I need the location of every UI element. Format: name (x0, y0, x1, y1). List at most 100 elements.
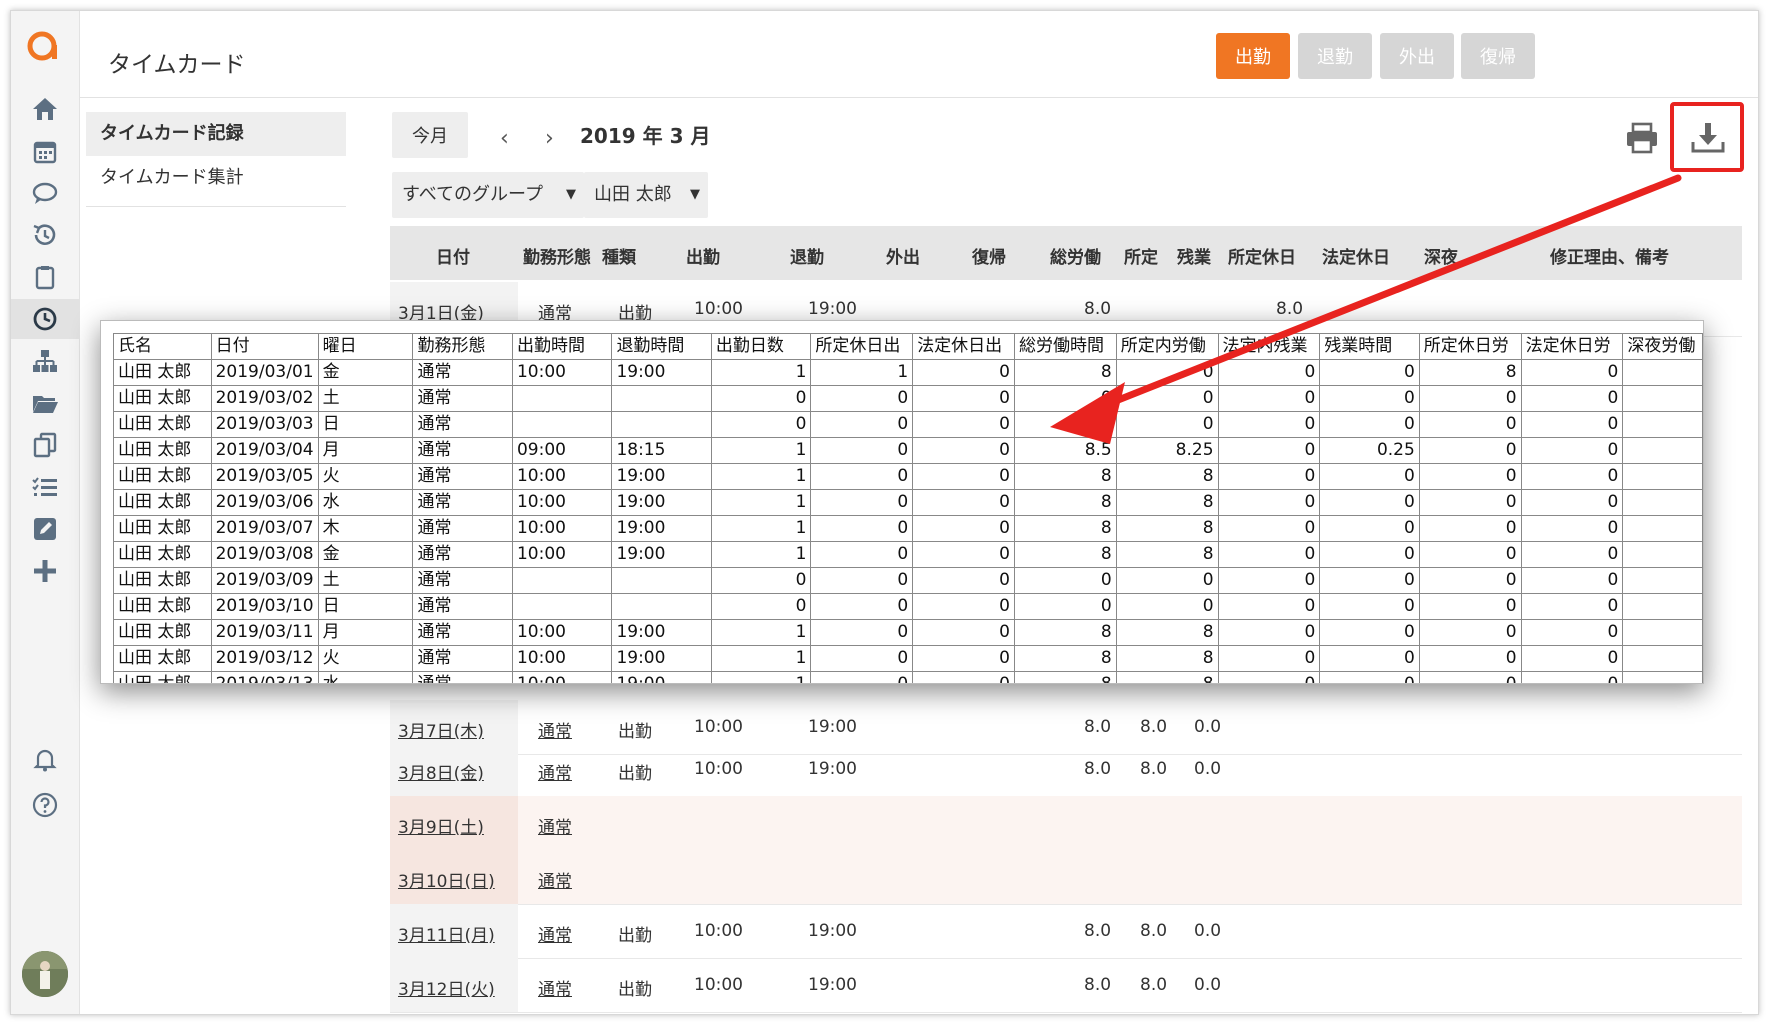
csv-cell: 2019/03/13 (210, 671, 319, 683)
csv-cell: 19:00 (611, 671, 712, 683)
bell-icon[interactable] (11, 739, 79, 779)
row-work-pattern-link[interactable]: 通常 (538, 813, 572, 838)
go-out-button[interactable]: 外出 (1380, 33, 1454, 79)
csv-header-cell: 勤務形態 (412, 333, 513, 360)
csv-header-cell: 曜日 (317, 333, 414, 360)
csv-header-cell: 法定休日労 (1520, 333, 1624, 360)
csv-cell: 10:00 (511, 463, 613, 490)
csv-cell: 2019/03/05 (210, 463, 319, 490)
csv-cell: 山田 太郎 (113, 645, 212, 672)
csv-cell (511, 411, 613, 438)
csv-cell: 8 (1115, 671, 1219, 683)
app-logo-icon[interactable] (25, 29, 59, 63)
row-date-link[interactable]: 3月11日(月) (398, 921, 495, 946)
row-date-link[interactable]: 3月12日(火) (398, 975, 495, 1000)
csv-cell: 2019/03/12 (210, 645, 319, 672)
csv-cell: 2019/03/06 (210, 489, 319, 516)
row-work-pattern-link[interactable]: 通常 (538, 975, 572, 1000)
copy-icon[interactable] (11, 425, 79, 465)
csv-cell: 0 (912, 411, 1015, 438)
row-date-link[interactable]: 3月7日(木) (398, 717, 484, 742)
table-row: 3月9日(土) 通常 (390, 796, 1742, 851)
csv-cell: 0 (1520, 541, 1624, 568)
csv-cell: 10:00 (511, 515, 613, 542)
return-button[interactable]: 復帰 (1461, 33, 1535, 79)
timecard-table-header: 日付 勤務形態 種類 出勤 退勤 外出 復帰 総労働 所定 残業 所定休日 法定… (390, 226, 1742, 280)
csv-row: 山田 太郎 2019/03/11 月通常 10:00 19:00 1 0 0 8 8 0 0 0 0 (113, 619, 1703, 646)
csv-cell: 2019/03/11 (210, 619, 319, 646)
csv-cell: 0 (1217, 567, 1321, 594)
csv-cell: 0 (1418, 437, 1522, 464)
csv-cell: 0 (1013, 593, 1117, 620)
clock-out-button[interactable]: 退勤 (1298, 33, 1372, 79)
csv-cell: 0 (1520, 411, 1624, 438)
checklist-icon[interactable] (11, 467, 79, 507)
row-clock-out: 19:00 (808, 975, 857, 995)
group-select[interactable]: すべてのグループ ▼ (392, 172, 584, 218)
csv-cell: 0 (1520, 437, 1624, 464)
csv-header-cell: 所定内労働 (1115, 333, 1219, 360)
csv-cell: 8.5 (1013, 437, 1117, 464)
csv-cell: 日 (317, 593, 414, 620)
csv-cell: 0 (1319, 489, 1420, 516)
next-month-icon[interactable]: › (545, 126, 554, 151)
csv-cell: 19:00 (611, 541, 712, 568)
csv-cell: 通常 (412, 671, 513, 683)
calendar-icon[interactable] (11, 131, 79, 171)
csv-cell: 0 (1319, 567, 1420, 594)
csv-cell: 日 (317, 411, 414, 438)
this-month-button[interactable]: 今月 (392, 112, 468, 158)
row-date-link[interactable]: 3月10日(日) (398, 867, 495, 892)
csv-cell: 09:00 (511, 437, 613, 464)
row-date-link[interactable]: 3月8日(金) (398, 759, 484, 784)
csv-cell: 山田 太郎 (113, 437, 212, 464)
edit-icon[interactable] (11, 509, 79, 549)
row-work-pattern-link[interactable]: 通常 (538, 867, 572, 892)
row-date-link[interactable]: 3月9日(土) (398, 813, 484, 838)
row-kind: 出勤 (618, 926, 652, 946)
clipboard-icon[interactable] (11, 257, 79, 297)
chat-icon[interactable] (11, 173, 79, 213)
clock-icon[interactable] (11, 299, 79, 339)
plus-icon[interactable] (11, 551, 79, 591)
row-clock-in: 10:00 (694, 717, 743, 737)
print-icon[interactable] (1622, 118, 1662, 158)
csv-cell: 2019/03/01 (210, 359, 319, 386)
row-work-pattern-link[interactable]: 通常 (538, 921, 572, 946)
row-overtime: 0.0 (1194, 759, 1222, 779)
subnav-timecard-summary[interactable]: タイムカード集計 (86, 156, 346, 200)
csv-cell: 火 (317, 645, 414, 672)
row-regular: 8.0 (1140, 975, 1168, 995)
user-select[interactable]: 山田 太郎 ▼ (584, 172, 708, 218)
avatar[interactable] (22, 951, 68, 997)
clock-in-button[interactable]: 出勤 (1216, 33, 1290, 79)
subnav-timecard-record[interactable]: タイムカード記録 (86, 112, 346, 156)
history-icon[interactable] (11, 215, 79, 255)
csv-cell: 1 (710, 619, 812, 646)
csv-cell: 10:00 (511, 619, 613, 646)
col-kind: 種類 (602, 248, 636, 268)
home-icon[interactable] (11, 89, 79, 129)
user-select-value: 山田 太郎 (594, 184, 672, 205)
row-work-pattern-link[interactable]: 通常 (538, 717, 572, 742)
org-chart-icon[interactable] (11, 341, 79, 381)
row-work-pattern-link[interactable]: 通常 (538, 759, 572, 784)
csv-cell: 0 (1115, 567, 1219, 594)
csv-cell: 8 (1115, 645, 1219, 672)
help-icon[interactable] (11, 785, 79, 825)
csv-cell: 1 (710, 489, 812, 516)
csv-cell: 0 (1217, 671, 1321, 683)
csv-cell: 19:00 (611, 489, 712, 516)
csv-cell: 8 (1013, 671, 1117, 683)
csv-cell: 木 (317, 515, 414, 542)
prev-month-icon[interactable]: ‹ (500, 126, 509, 151)
csv-cell: 10:00 (511, 541, 613, 568)
csv-cell: 19:00 (611, 359, 712, 386)
csv-cell: 0 (1418, 385, 1522, 412)
csv-cell: 0 (1217, 463, 1321, 490)
csv-cell: 0 (710, 593, 812, 620)
csv-cell: 通常 (412, 411, 513, 438)
folder-icon[interactable] (11, 383, 79, 423)
col-late-night: 深夜 (1424, 248, 1458, 268)
row-total: 8.0 (1084, 975, 1112, 995)
